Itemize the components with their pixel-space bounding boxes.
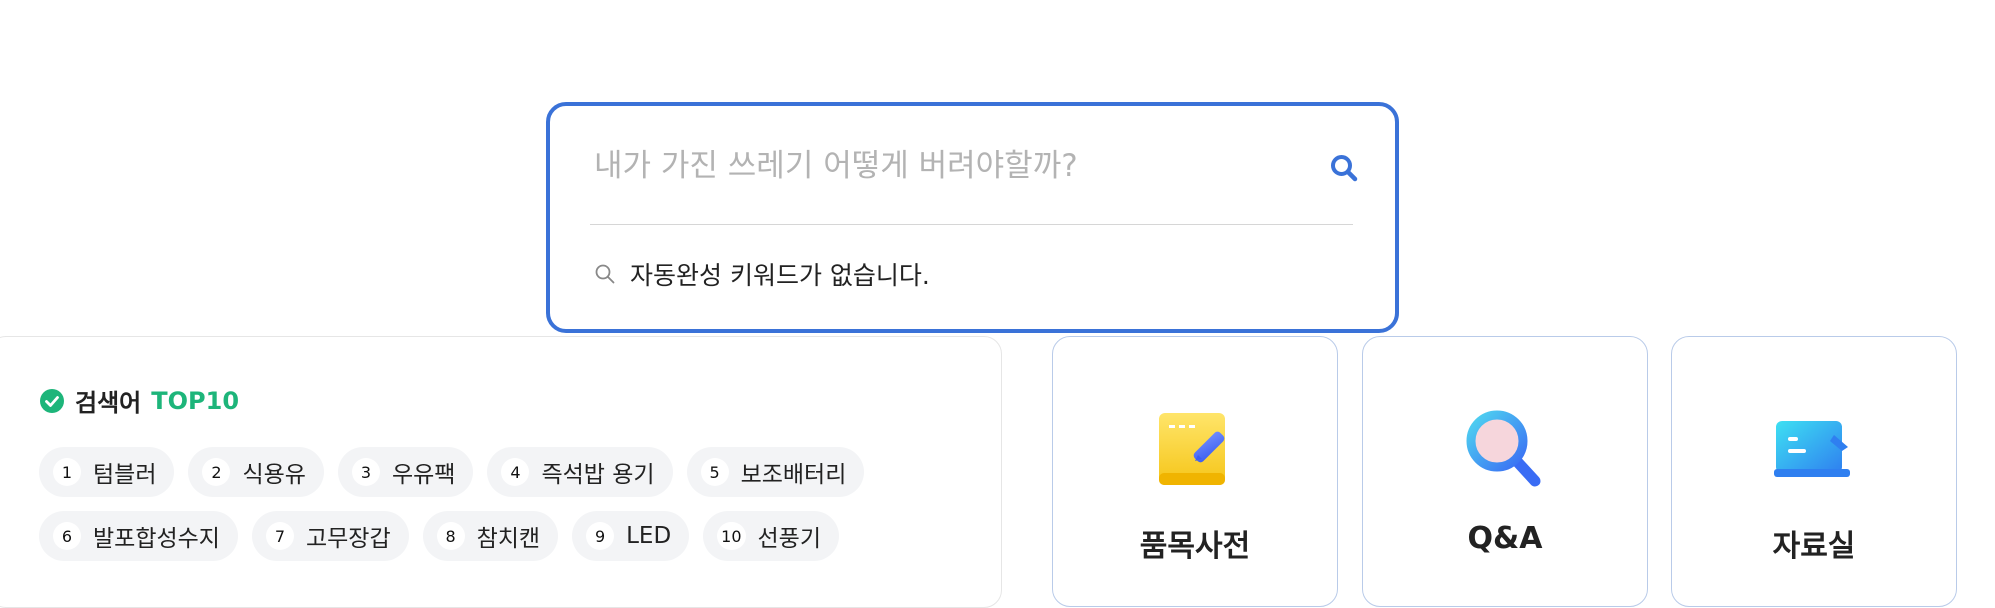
keyword-chip[interactable]: 3 우유팩 (337, 447, 474, 497)
keyword-rank: 4 (501, 458, 530, 486)
keyword-rank: 3 (351, 458, 380, 486)
keyword-label: 선풍기 (757, 526, 821, 552)
keyword-label: 텀블러 (93, 462, 157, 488)
keyword-chip[interactable]: 5 보조배터리 (686, 447, 865, 497)
keyword-rank: 8 (436, 522, 465, 550)
magnifier-icon (1466, 410, 1541, 487)
top10-heading: 검색어 TOP10 (39, 383, 239, 418)
card-title: Q&A (1467, 521, 1543, 556)
keyword-chip[interactable]: 7 고무장갑 (251, 511, 409, 561)
search-icon (1331, 155, 1358, 182)
top10-heading-accent: TOP10 (151, 386, 240, 415)
card-item-dictionary[interactable]: 품목사전 (1052, 336, 1338, 607)
card-archive[interactable]: 자료실 (1671, 336, 1957, 607)
card-title: 자료실 (1772, 529, 1856, 564)
search-divider (590, 224, 1353, 225)
autocomplete-message: 자동완성 키워드가 없습니다. (630, 261, 930, 290)
keyword-label: 우유팩 (391, 462, 456, 488)
keyword-rank: 9 (586, 522, 615, 550)
keyword-rank: 1 (53, 458, 81, 486)
keyword-rank: 10 (717, 522, 746, 550)
keyword-label: 발포합성수지 (93, 526, 220, 552)
card-qna[interactable]: Q&A (1362, 336, 1648, 607)
keyword-label: 즉석밥 용기 (541, 462, 655, 488)
keyword-label: 보조배터리 (740, 462, 847, 488)
search-small-icon (595, 264, 615, 284)
keyword-chip[interactable]: 6 발포합성수지 (39, 511, 238, 561)
keyword-list: 1 텀블러 2 식용유 3 우유팩 4 즉석밥 용기 5 보조배터리 6 발포합… (39, 447, 959, 561)
keyword-label: 식용유 (242, 462, 306, 488)
search-box: 자동완성 키워드가 없습니다. (546, 102, 1399, 333)
keyword-label: LED (626, 523, 672, 549)
keyword-chip[interactable]: 10 선풍기 (703, 511, 839, 561)
keyword-chip[interactable]: 9 LED (572, 511, 690, 561)
dictionary-icon (1159, 413, 1225, 485)
search-button[interactable] (1320, 146, 1368, 190)
keyword-chip[interactable]: 1 텀블러 (39, 447, 175, 497)
autocomplete-empty: 자동완성 키워드가 없습니다. (594, 256, 930, 292)
archive-icon (1774, 421, 1850, 477)
search-input[interactable] (594, 128, 1294, 204)
keyword-rank: 5 (700, 458, 729, 486)
card-title: 품목사전 (1139, 529, 1251, 564)
keyword-rank: 6 (53, 522, 81, 550)
top10-heading-prefix: 검색어 (75, 389, 142, 417)
keyword-label: 참치캔 (476, 526, 541, 552)
keyword-rank: 7 (265, 522, 294, 550)
top10-panel: 검색어 TOP10 1 텀블러 2 식용유 3 우유팩 4 즉석밥 용기 5 보… (0, 336, 1002, 608)
keyword-chip[interactable]: 8 참치캔 (422, 511, 559, 561)
keyword-chip[interactable]: 4 즉석밥 용기 (487, 447, 673, 497)
keyword-label: 고무장갑 (305, 526, 391, 552)
keyword-chip[interactable]: 2 식용유 (188, 447, 324, 497)
check-circle-icon (40, 388, 64, 413)
keyword-rank: 2 (202, 458, 231, 486)
